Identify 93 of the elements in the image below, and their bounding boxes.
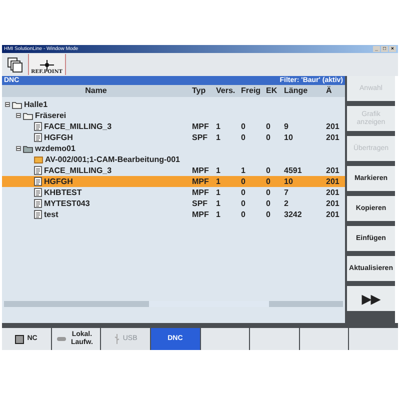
table-cell-text: 1 xyxy=(215,164,222,176)
table-cell-text: 201 xyxy=(325,186,340,198)
windows-button[interactable] xyxy=(5,54,25,74)
file-row[interactable]: HGFGH MPF 1 0 0 10 201 xyxy=(2,176,345,187)
table-cell-text: 0 xyxy=(240,208,246,220)
document-icon xyxy=(34,177,42,186)
usb-icon xyxy=(114,334,120,344)
table-cell-text: 201 xyxy=(325,132,340,144)
table-cell-text: 9 xyxy=(283,120,290,132)
file-name: FACE_MILLING_3 xyxy=(44,164,112,176)
column-header[interactable]: Typ xyxy=(190,85,214,97)
file-name: MYTEST043 xyxy=(44,198,90,210)
file-name: Fräserei xyxy=(35,110,66,122)
table-cell-text: 1 xyxy=(215,120,222,132)
table-cell-text: 1 xyxy=(215,208,222,220)
file-row[interactable]: Fräserei xyxy=(2,110,345,121)
table-cell-text: 0 xyxy=(265,186,272,198)
drive-icon xyxy=(56,337,66,341)
table-cell-text: MPF xyxy=(191,176,210,188)
table-cell-text: 0 xyxy=(240,132,246,144)
table-cell-text: 0 xyxy=(240,186,246,198)
file-row[interactable]: FACE_MILLING_3 MPF 1 1 0 4591 201 xyxy=(2,165,345,176)
next-page-button[interactable]: ▶▶ xyxy=(347,286,395,311)
table-cell-text: 0 xyxy=(240,198,246,210)
document-icon xyxy=(34,199,42,208)
table-cell-text: 10 xyxy=(283,132,294,144)
collapse-icon[interactable] xyxy=(16,146,21,151)
document-icon xyxy=(34,166,42,175)
file-name: Halle1 xyxy=(24,98,48,110)
horizontal-scrollbar[interactable] xyxy=(4,301,343,307)
tab[interactable] xyxy=(200,328,250,350)
table-cell-text: SPF xyxy=(191,198,209,210)
column-header[interactable]: Länge xyxy=(282,85,324,97)
table-cell-text: 1 xyxy=(215,176,222,188)
document-icon xyxy=(34,133,42,142)
file-row[interactable]: Halle1 xyxy=(2,99,345,110)
file-name: wzdemo01 xyxy=(35,142,76,154)
table-cell-text: 4591 xyxy=(283,164,303,176)
file-name: HGFGH xyxy=(44,176,73,188)
table-cell-text: 1 xyxy=(215,198,222,210)
file-row[interactable]: FACE_MILLING_3 MPF 1 0 0 9 201 xyxy=(2,121,345,132)
table-cell-text: 0 xyxy=(265,198,272,210)
table-cell-text: 0 xyxy=(265,132,272,144)
table-cell-text: MPF xyxy=(191,120,210,132)
file-row[interactable]: test MPF 1 0 0 3242 201 xyxy=(2,209,345,220)
table-cell-text: 0 xyxy=(265,120,272,132)
document-icon xyxy=(34,122,42,131)
column-header[interactable]: Freig xyxy=(239,85,264,97)
table-cell-text: MPF xyxy=(191,186,210,198)
table-cell-text: 201 xyxy=(325,208,340,220)
collapse-icon[interactable] xyxy=(5,102,10,107)
column-header[interactable]: Ä xyxy=(324,85,345,97)
table-cell-text: 1 xyxy=(240,164,246,176)
column-header[interactable]: EK xyxy=(264,85,282,97)
nc-icon xyxy=(15,334,24,344)
table-cell-text: MPF xyxy=(191,164,210,176)
table-cell-text: 0 xyxy=(240,176,246,188)
job-icon xyxy=(34,156,43,164)
table-cell-text: 7 xyxy=(283,186,290,198)
file-row[interactable]: HGFGH SPF 1 0 0 10 201 xyxy=(2,132,345,143)
file-name: AV-002/001;1-CAM-Bearbeitung-001 xyxy=(45,154,180,166)
tab[interactable] xyxy=(300,328,348,350)
table-cell-text: MPF xyxy=(191,208,210,220)
table-cell-text: 201 xyxy=(325,120,340,132)
document-icon xyxy=(34,210,42,219)
file-row[interactable]: MYTEST043 SPF 1 0 0 2 201 xyxy=(2,198,345,209)
file-name: HGFGH xyxy=(44,132,73,144)
table-cell-text: 2 xyxy=(283,198,290,210)
file-row[interactable]: KHBTEST MPF 1 0 0 7 201 xyxy=(2,187,345,198)
document-icon xyxy=(34,188,42,197)
table-cell-text: 0 xyxy=(240,120,246,132)
file-row[interactable]: AV-002/001;1-CAM-Bearbeitung-001 xyxy=(2,154,345,165)
table-cell-text: 0 xyxy=(265,208,272,220)
table-cell-text: 0 xyxy=(265,176,272,188)
table-cell-text: SPF xyxy=(191,132,209,144)
table-cell-text: 10 xyxy=(283,176,294,188)
file-name: FACE_MILLING_3 xyxy=(44,120,112,132)
table-cell-text: 201 xyxy=(325,198,340,210)
table-cell-text: 201 xyxy=(325,164,340,176)
workpiece-folder-icon xyxy=(23,144,33,152)
column-header[interactable]: Vers. xyxy=(214,85,239,97)
file-name: KHBTEST xyxy=(44,186,82,198)
crosshair-icon xyxy=(40,60,54,70)
table-cell-text: 1 xyxy=(215,186,222,198)
file-name: test xyxy=(44,208,58,220)
table-cell-text: 0 xyxy=(265,164,272,176)
file-row[interactable]: wzdemo01 xyxy=(2,143,345,154)
table-cell-text: 1 xyxy=(215,132,222,144)
table-cell-text: 3242 xyxy=(283,208,303,220)
windows-icon xyxy=(7,56,23,72)
collapse-icon[interactable] xyxy=(16,113,21,118)
column-header[interactable]: Name xyxy=(2,85,190,97)
table-cell-text: 201 xyxy=(325,176,340,188)
